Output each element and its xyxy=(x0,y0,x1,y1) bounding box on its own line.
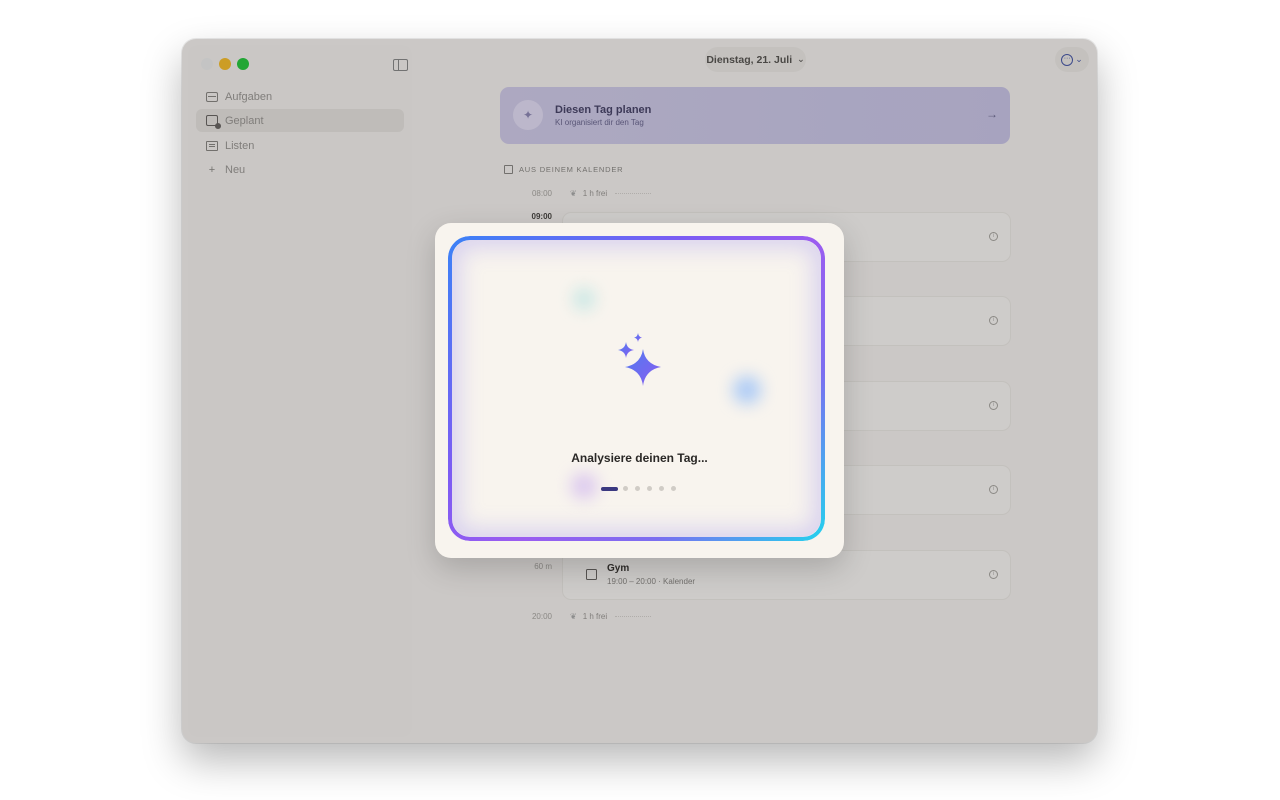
analysis-status-text: Analysiere deinen Tag... xyxy=(571,451,708,465)
progress-step xyxy=(671,486,676,491)
analysis-modal: Analysiere deinen Tag... xyxy=(435,223,844,558)
progress-step xyxy=(635,486,640,491)
progress-step xyxy=(659,486,664,491)
progress-step xyxy=(647,486,652,491)
sparkles-icon xyxy=(618,333,661,386)
progress-step-active xyxy=(601,486,618,491)
progress-indicator xyxy=(601,486,683,491)
progress-step xyxy=(623,486,628,491)
